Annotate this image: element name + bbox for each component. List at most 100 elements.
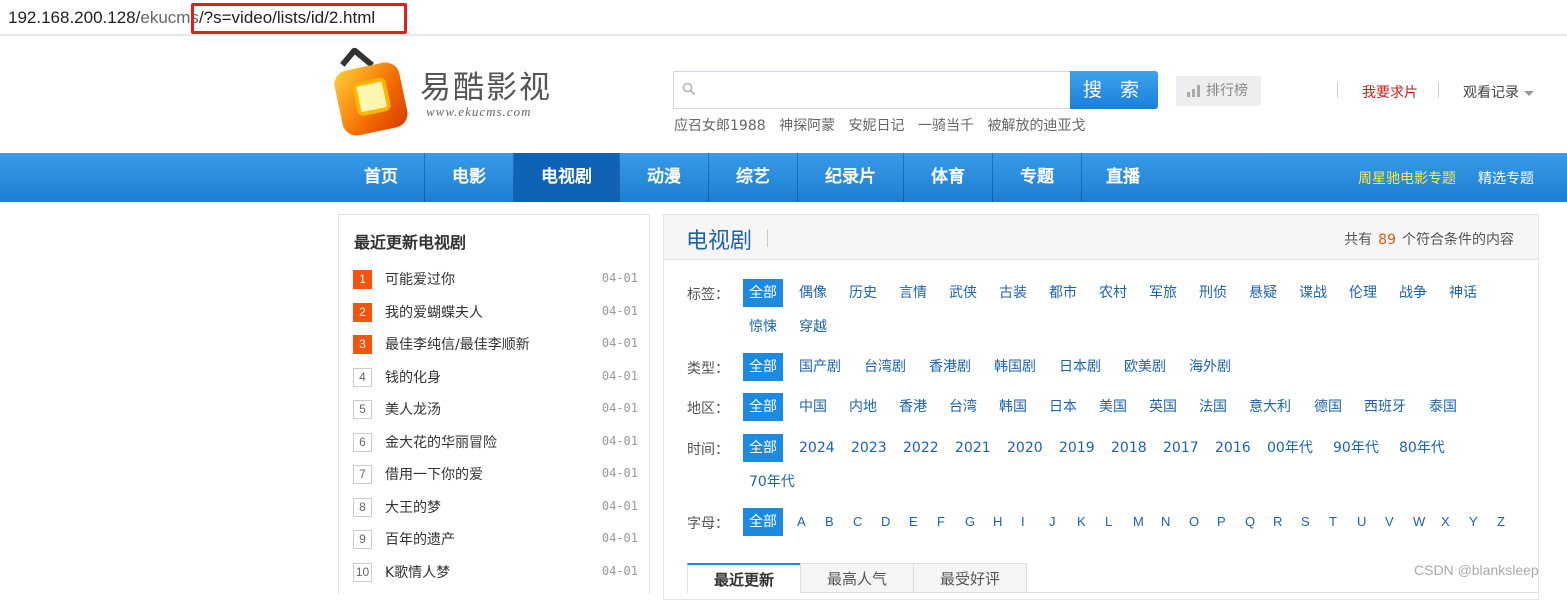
filter-option-tag[interactable]: 言情	[899, 279, 927, 307]
filter-option-time[interactable]: 2018	[1111, 434, 1147, 462]
filter-option-region[interactable]: 法国	[1199, 393, 1227, 421]
filter-option-letter[interactable]: L	[1105, 508, 1112, 536]
nav-item-movie[interactable]: 电影	[425, 153, 513, 202]
filter-all-tag[interactable]: 全部	[743, 279, 783, 307]
filter-option-letter[interactable]: A	[797, 508, 806, 536]
filter-option-region[interactable]: 意大利	[1249, 393, 1291, 421]
nav-item-home[interactable]: 首页	[338, 153, 424, 202]
filter-option-letter[interactable]: D	[881, 508, 890, 536]
filter-option-letter[interactable]: K	[1077, 508, 1086, 536]
filter-option-letter[interactable]: Z	[1497, 508, 1505, 536]
list-item[interactable]: 2 我的爱蝴蝶夫人 04-01	[353, 302, 638, 324]
filter-option-time[interactable]: 90年代	[1333, 434, 1379, 462]
filter-option-time[interactable]: 2017	[1163, 434, 1199, 462]
filter-option-letter[interactable]: F	[937, 508, 945, 536]
filter-option-tag[interactable]: 军旅	[1149, 279, 1177, 307]
item-title[interactable]: 百年的遗产	[385, 529, 455, 549]
item-title[interactable]: 可能爱过你	[385, 269, 455, 289]
filter-option-time[interactable]: 2020	[1007, 434, 1043, 462]
address-bar[interactable]: 192.168.200.128/ekucms/?s=video/lists/id…	[0, 0, 1567, 36]
filter-option-type[interactable]: 海外剧	[1189, 353, 1231, 381]
item-title[interactable]: 美人龙汤	[385, 399, 441, 419]
filter-option-letter[interactable]: T	[1329, 508, 1337, 536]
item-title[interactable]: 大王的梦	[385, 497, 441, 517]
filter-option-type[interactable]: 日本剧	[1059, 353, 1101, 381]
filter-option-letter[interactable]: V	[1385, 508, 1394, 536]
item-title[interactable]: 最佳李纯信/最佳李顺新	[385, 334, 530, 354]
search-button[interactable]: 搜 索	[1070, 71, 1158, 109]
filter-all-letter[interactable]: 全部	[743, 508, 783, 536]
filter-option-letter[interactable]: P	[1217, 508, 1226, 536]
filter-option-type[interactable]: 韩国剧	[994, 353, 1036, 381]
filter-option-tag[interactable]: 古装	[999, 279, 1027, 307]
filter-option-tag[interactable]: 伦理	[1349, 279, 1377, 307]
filter-option-time[interactable]: 2019	[1059, 434, 1095, 462]
list-item[interactable]: 7 借用一下你的爱 04-01	[353, 464, 638, 486]
filter-option-region[interactable]: 西班牙	[1364, 393, 1406, 421]
filter-option-region[interactable]: 中国	[799, 393, 827, 421]
filter-option-time[interactable]: 2023	[851, 434, 887, 462]
nav-item-variety[interactable]: 综艺	[709, 153, 797, 202]
filter-option-tag[interactable]: 偶像	[799, 279, 827, 307]
filter-option-time[interactable]: 70年代	[749, 468, 795, 496]
filter-option-letter[interactable]: H	[993, 508, 1002, 536]
filter-option-letter[interactable]: C	[853, 508, 862, 536]
filter-option-region[interactable]: 德国	[1314, 393, 1342, 421]
filter-option-tag[interactable]: 历史	[849, 279, 877, 307]
filter-option-letter[interactable]: B	[825, 508, 834, 536]
filter-option-letter[interactable]: U	[1357, 508, 1366, 536]
filter-option-region[interactable]: 台湾	[949, 393, 977, 421]
filter-option-time[interactable]: 2024	[799, 434, 835, 462]
filter-option-letter[interactable]: O	[1189, 508, 1199, 536]
filter-option-region[interactable]: 日本	[1049, 393, 1077, 421]
ranking-button[interactable]: 排行榜	[1176, 76, 1261, 106]
filter-option-letter[interactable]: Y	[1469, 508, 1478, 536]
filter-option-letter[interactable]: J	[1049, 508, 1056, 536]
hot-word[interactable]: 神探阿蒙	[779, 118, 835, 134]
filter-option-tag[interactable]: 刑侦	[1199, 279, 1227, 307]
filter-option-region[interactable]: 美国	[1099, 393, 1127, 421]
nav-item-documentary[interactable]: 纪录片	[798, 153, 903, 202]
list-item[interactable]: 8 大王的梦 04-01	[353, 497, 638, 519]
filter-option-type[interactable]: 国产剧	[799, 353, 841, 381]
request-movie-link[interactable]: 我要求片	[1362, 82, 1418, 102]
list-item[interactable]: 3 最佳李纯信/最佳李顺新 04-01	[353, 334, 638, 356]
list-item[interactable]: 10 K歌情人梦 04-01	[353, 562, 638, 584]
watch-history-link[interactable]: 观看记录	[1463, 82, 1534, 102]
filter-option-type[interactable]: 香港剧	[929, 353, 971, 381]
filter-all-type[interactable]: 全部	[743, 353, 783, 381]
nav-item-topics[interactable]: 专题	[993, 153, 1081, 202]
item-title[interactable]: 借用一下你的爱	[385, 464, 483, 484]
filter-option-region[interactable]: 内地	[849, 393, 877, 421]
item-title[interactable]: 我的爱蝴蝶夫人	[385, 302, 483, 322]
nav-item-anime[interactable]: 动漫	[620, 153, 708, 202]
hot-word[interactable]: 安妮日记	[849, 118, 905, 134]
filter-option-letter[interactable]: W	[1413, 508, 1425, 536]
filter-option-letter[interactable]: M	[1133, 508, 1144, 536]
list-item[interactable]: 4 钱的化身 04-01	[353, 367, 638, 389]
hot-word[interactable]: 应召女郎1988	[674, 118, 766, 134]
filter-option-tag[interactable]: 悬疑	[1249, 279, 1277, 307]
filter-option-tag[interactable]: 战争	[1399, 279, 1427, 307]
filter-option-time[interactable]: 2016	[1215, 434, 1251, 462]
filter-option-letter[interactable]: N	[1161, 508, 1170, 536]
filter-option-type[interactable]: 台湾剧	[864, 353, 906, 381]
item-title[interactable]: 金大花的华丽冒险	[385, 432, 497, 452]
search-input[interactable]	[704, 78, 1059, 102]
filter-option-time[interactable]: 80年代	[1399, 434, 1445, 462]
hot-word[interactable]: 被解放的迪亚戈	[987, 118, 1085, 134]
hot-word[interactable]: 一骑当千	[918, 118, 974, 134]
filter-option-tag[interactable]: 农村	[1099, 279, 1127, 307]
filter-option-letter[interactable]: R	[1273, 508, 1282, 536]
item-title[interactable]: K歌情人梦	[385, 562, 450, 582]
nav-item-sports[interactable]: 体育	[904, 153, 992, 202]
filter-option-region[interactable]: 韩国	[999, 393, 1027, 421]
nav-topics-link[interactable]: 精选专题	[1478, 168, 1534, 188]
filter-all-region[interactable]: 全部	[743, 393, 783, 421]
filter-option-tag[interactable]: 穿越	[799, 313, 827, 341]
filter-option-tag[interactable]: 神话	[1449, 279, 1477, 307]
nav-item-tv[interactable]: 电视剧	[514, 153, 619, 202]
filter-option-region[interactable]: 英国	[1149, 393, 1177, 421]
filter-option-time[interactable]: 2021	[955, 434, 991, 462]
filter-option-letter[interactable]: G	[965, 508, 975, 536]
